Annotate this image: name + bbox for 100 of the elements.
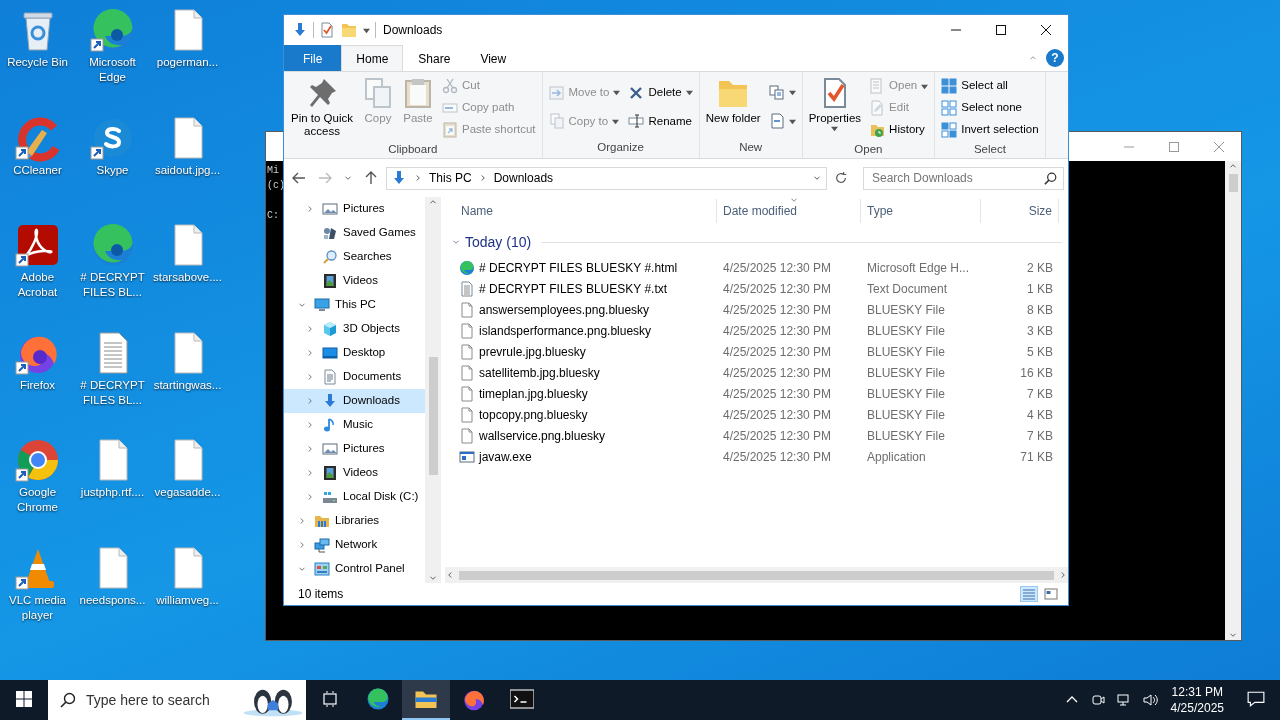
desktop-icon-label[interactable]: Microsoft Edge (75, 55, 150, 85)
date-cell-text: 4/25/2025 12:30 PM (722, 322, 833, 340)
nav-item[interactable]: Videos (284, 269, 425, 293)
file-icon[interactable] (459, 322, 475, 339)
taskbar-app-button[interactable] (402, 680, 450, 720)
file-name[interactable]: satellitemb.jpg.bluesky (479, 363, 600, 382)
ribbon-tab[interactable]: View (465, 45, 522, 71)
file-name[interactable]: islandsperformance.png.bluesky (479, 321, 652, 340)
nav-item[interactable]: Libraries (284, 509, 425, 533)
ribbon-button[interactable]: Invert selection (938, 119, 1042, 141)
nav-item[interactable]: Desktop (284, 341, 425, 365)
checklist-icon[interactable] (319, 22, 335, 38)
close-icon[interactable] (1040, 25, 1051, 35)
caret-icon[interactable] (788, 117, 796, 125)
breadcrumb[interactable]: This PC (429, 169, 472, 187)
desktop-icon-label[interactable]: Firefox (19, 377, 56, 393)
file-name[interactable]: javaw.exe (479, 447, 532, 466)
group-header[interactable]: Today (10) (447, 231, 536, 253)
meet-now-icon[interactable] (1089, 692, 1106, 708)
text-file-icon[interactable] (459, 280, 475, 297)
column-header[interactable]: Name (445, 199, 717, 223)
breadcrumb[interactable]: Downloads (493, 169, 554, 187)
nav-item[interactable]: Control Panel (284, 557, 425, 581)
file-name[interactable]: prevrule.jpg.bluesky (479, 342, 586, 361)
search-field[interactable]: Search Downloads (863, 166, 1064, 190)
ribbon-button[interactable]: History (866, 119, 932, 141)
file-icon[interactable] (459, 406, 475, 423)
scrollbar[interactable] (445, 567, 1068, 583)
file-icon[interactable] (459, 385, 475, 402)
nav-item[interactable]: Saved Games (284, 221, 425, 245)
clock-date[interactable]: 4/25/2025 (1170, 700, 1224, 716)
column-header[interactable]: Date modified (717, 199, 861, 223)
ribbon-button[interactable]: Select none (938, 97, 1042, 119)
desktop-icon-label[interactable]: Adobe Acrobat (0, 270, 75, 301)
desktop-icon-label[interactable]: Skype (96, 162, 129, 178)
search-icon[interactable] (1044, 171, 1057, 185)
nav-item[interactable]: Videos (284, 461, 425, 485)
search-input[interactable]: Search Downloads (870, 168, 1044, 188)
nav-item[interactable]: Pictures (284, 437, 425, 461)
file-icon[interactable] (459, 343, 475, 360)
desktop-icon-label[interactable]: # DECRYPT FILES BL... (75, 270, 150, 301)
ribbon-button[interactable]: Delete (625, 81, 696, 104)
caret-icon[interactable] (788, 89, 796, 97)
clock-time[interactable]: 12:31 PM (1171, 684, 1223, 700)
window-icon[interactable] (459, 448, 475, 465)
nav-item[interactable]: Downloads (284, 389, 425, 413)
ribbon-button[interactable]: Pin to Quick access (287, 75, 357, 140)
search-field[interactable]: Type here to search (48, 680, 306, 720)
desktop-icon-label[interactable]: CCleaner (13, 162, 62, 178)
scroll-thumb[interactable] (1228, 174, 1238, 192)
nav-item[interactable]: Documents (284, 365, 425, 389)
nav-item[interactable]: This PC (284, 293, 425, 317)
file-menu-tab[interactable]: File (284, 45, 342, 71)
caret-icon[interactable] (685, 89, 693, 97)
type-cell-text: BLUESKY File (866, 301, 946, 319)
desktop-icon-label[interactable]: pogerman... (156, 55, 219, 70)
path-icon (442, 100, 458, 116)
file-name[interactable]: wallservice.png.bluesky (479, 426, 606, 445)
game-pieces-icon (322, 225, 338, 241)
ribbon-tab[interactable]: Share (403, 45, 466, 71)
maximize-icon[interactable] (995, 25, 1006, 35)
ribbon-button[interactable]: New folder (702, 75, 764, 127)
ribbon-button[interactable]: Select all (938, 75, 1042, 97)
file-icon[interactable] (459, 364, 475, 381)
file-name[interactable]: timeplan.jpg.bluesky (479, 384, 588, 403)
search-icon[interactable] (60, 692, 76, 708)
file-icon[interactable] (459, 427, 475, 444)
status-text: 10 items (298, 586, 344, 603)
scrollbar[interactable] (1225, 161, 1241, 640)
file-icon[interactable] (459, 301, 475, 318)
nav-item[interactable]: 3D Objects (284, 317, 425, 341)
desktop-icon-label[interactable]: starsabove.... (152, 270, 222, 286)
scroll-thumb[interactable] (459, 570, 1054, 580)
file-name[interactable]: topcopy.png.bluesky (479, 405, 588, 424)
browser-icon[interactable] (459, 259, 475, 276)
nav-item[interactable]: Music (284, 413, 425, 437)
caret-icon[interactable] (363, 26, 370, 34)
scroll-thumb[interactable] (428, 357, 438, 475)
address-bar[interactable]: This PC Downloads (386, 166, 827, 190)
type-cell-text: Application (866, 448, 927, 466)
file-name[interactable]: answersemployees.png.bluesky (479, 300, 650, 319)
download-icon[interactable] (292, 22, 308, 38)
network-icon[interactable] (1115, 692, 1132, 708)
speech-bubble-icon[interactable] (1247, 690, 1265, 708)
column-header[interactable]: Type (861, 199, 981, 223)
volume-icon[interactable] (1141, 692, 1158, 708)
help-button[interactable]: ? (1046, 49, 1064, 67)
nav-item[interactable]: Network (284, 533, 425, 557)
desktop-icon-label[interactable]: saidout.jpg... (154, 162, 221, 178)
column-header[interactable]: Size (981, 199, 1059, 223)
scrollbar[interactable] (425, 197, 441, 583)
ribbon-button[interactable]: Rename (625, 110, 696, 133)
ribbon-tab[interactable]: Home (341, 45, 404, 71)
nav-item[interactable]: Local Disk (C:) (284, 485, 425, 509)
file-name[interactable]: # DECRYPT FILES BLUESKY #.txt (479, 279, 668, 298)
desktop-icon-label[interactable]: Recycle Bin (7, 55, 68, 70)
ribbon-button[interactable]: Properties (805, 75, 865, 134)
file-name[interactable]: # DECRYPT FILES BLUESKY #.html (479, 258, 678, 277)
nav-item[interactable]: Pictures (284, 197, 425, 221)
nav-item[interactable]: Searches (284, 245, 425, 269)
